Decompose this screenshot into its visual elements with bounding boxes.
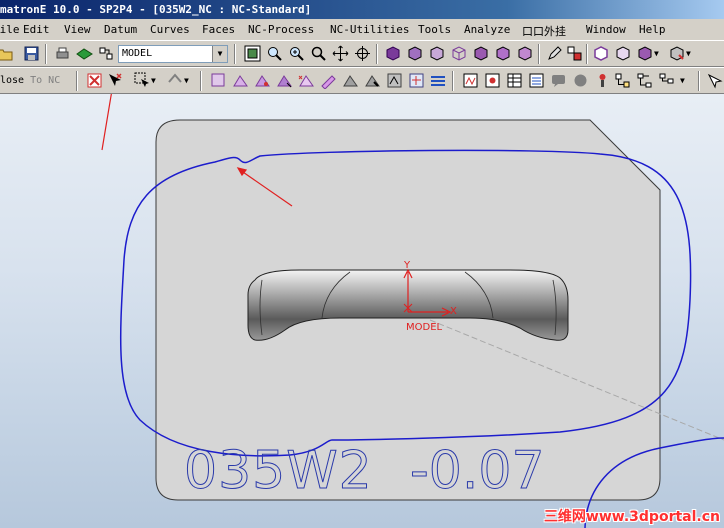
shaded-cube-icon[interactable] [384, 45, 401, 62]
layer-icon[interactable] [76, 45, 93, 62]
menu-datum[interactable]: Datum [104, 23, 137, 36]
nc-op-2-icon[interactable] [232, 72, 249, 89]
close-label: lose [0, 75, 25, 86]
nc-op-11-icon[interactable] [430, 72, 447, 89]
to-nc-label: To NC [30, 75, 61, 86]
pan-icon[interactable] [332, 45, 349, 62]
shade-mode-icon[interactable] [636, 45, 653, 62]
chevron-down-icon[interactable]: ▼ [680, 72, 697, 89]
model-selector[interactable]: MODEL ▼ [118, 45, 228, 63]
box-outline-icon[interactable] [614, 45, 631, 62]
box-select-icon[interactable] [592, 45, 609, 62]
circle-icon[interactable] [572, 72, 589, 89]
wireframe-icon[interactable] [450, 45, 467, 62]
component-icon[interactable] [566, 45, 583, 62]
menu-tools[interactable]: Tools [418, 23, 451, 36]
hierarchy-icon[interactable] [636, 72, 653, 89]
zoom-icon[interactable] [310, 45, 327, 62]
window-title: matronE 10.0 - SP2P4 - [035W2_NC : NC-St… [0, 3, 312, 16]
view-cube-icon[interactable] [472, 45, 489, 62]
menu-nc-utilities[interactable]: NC-Utilities [330, 23, 409, 36]
list-icon[interactable] [528, 72, 545, 89]
shaded-edges-icon[interactable] [406, 45, 423, 62]
watermark: 三维网www.3dportal.cn [543, 509, 720, 525]
menu-faces[interactable]: Faces [202, 23, 235, 36]
title-bar: matronE 10.0 - SP2P4 - [035W2_NC : NC-St… [0, 0, 724, 19]
pointer-x-icon[interactable] [106, 72, 123, 89]
chevron-down-icon[interactable]: ▼ [686, 45, 703, 62]
nc-op-8-icon[interactable] [364, 72, 381, 89]
menu-file[interactable]: File [0, 23, 20, 36]
hierarchy-alt-icon[interactable] [658, 72, 675, 89]
toolbar-separator [45, 44, 47, 64]
zoom-dynamic-icon[interactable] [288, 45, 305, 62]
table-icon[interactable] [506, 72, 523, 89]
axis-y-label: Y [403, 260, 411, 271]
chevron-down-icon[interactable]: ▼ [212, 46, 227, 62]
open-folder-icon[interactable] [0, 45, 13, 62]
toolbar-separator [76, 71, 78, 91]
menu-curves[interactable]: Curves [150, 23, 190, 36]
zoom-fit-icon[interactable] [244, 45, 261, 62]
hidden-line-icon[interactable] [428, 45, 445, 62]
cancel-select-icon[interactable] [86, 72, 103, 89]
part-id-label: 035W2 [184, 441, 373, 501]
menu-plugin[interactable]: 口口外挂 [522, 23, 566, 39]
nc-op-7-icon[interactable] [342, 72, 359, 89]
menu-analyze[interactable]: Analyze [464, 23, 510, 36]
nc-op-5-icon[interactable] [298, 72, 315, 89]
nc-op-4-icon[interactable] [276, 72, 293, 89]
cad-scene: 035W2 -0.07 Y X MODEL [101, 94, 724, 528]
nc-op-3-icon[interactable] [254, 72, 271, 89]
overflow-icon[interactable] [706, 72, 723, 89]
toolpath-icon[interactable] [462, 72, 479, 89]
drag-icon[interactable] [166, 72, 183, 89]
rotate-icon[interactable] [354, 45, 371, 62]
chevron-down-icon[interactable]: ▼ [184, 72, 201, 89]
menu-edit[interactable]: Edit [23, 23, 50, 36]
nc-op-6-icon[interactable] [320, 72, 337, 89]
nc-op-9-icon[interactable] [386, 72, 403, 89]
display-options-icon[interactable] [668, 45, 685, 62]
toolbar-separator [234, 44, 236, 64]
view-front-icon[interactable] [516, 45, 533, 62]
nc-toolbar: lose To NC ▼ ▼ ▼ [0, 67, 724, 94]
model-tree-icon[interactable] [98, 45, 115, 62]
toolbar-separator [698, 71, 700, 91]
part-offset-label: -0.07 [410, 441, 545, 501]
edit-icon[interactable] [546, 45, 563, 62]
toolbar-separator [538, 44, 540, 64]
tree-expand-icon[interactable] [614, 72, 631, 89]
simulate-icon[interactable] [484, 72, 501, 89]
graphics-viewport[interactable]: 035W2 -0.07 Y X MODEL 三维网www.3dportal.cn [0, 94, 724, 528]
model-selector-value: MODEL [122, 48, 153, 59]
select-icon[interactable] [134, 72, 151, 89]
zoom-window-icon[interactable] [266, 45, 283, 62]
menu-help[interactable]: Help [639, 23, 666, 36]
axis-model-label: MODEL [406, 322, 443, 333]
main-toolbar: MODEL ▼ ▼ ▼ [0, 40, 724, 67]
tool-icon[interactable] [594, 72, 611, 89]
print-icon[interactable] [54, 45, 71, 62]
toolbar-separator [376, 44, 378, 64]
toolbar-separator [200, 71, 202, 91]
comment-icon[interactable] [550, 72, 567, 89]
menu-nc-process[interactable]: NC-Process [248, 23, 314, 36]
close-to-nc-label: lose To NC [0, 75, 60, 86]
axis-x-label: X [450, 306, 457, 317]
menu-window[interactable]: Window [586, 23, 626, 36]
menu-view[interactable]: View [64, 23, 91, 36]
toolbar-separator [452, 71, 454, 91]
save-icon[interactable] [23, 45, 40, 62]
view-top-icon[interactable] [494, 45, 511, 62]
nc-op-1-icon[interactable] [210, 72, 227, 89]
nc-op-10-icon[interactable] [408, 72, 425, 89]
menu-bar: File Edit View Datum Curves Faces NC-Pro… [0, 19, 724, 40]
toolbar-separator [586, 44, 588, 64]
